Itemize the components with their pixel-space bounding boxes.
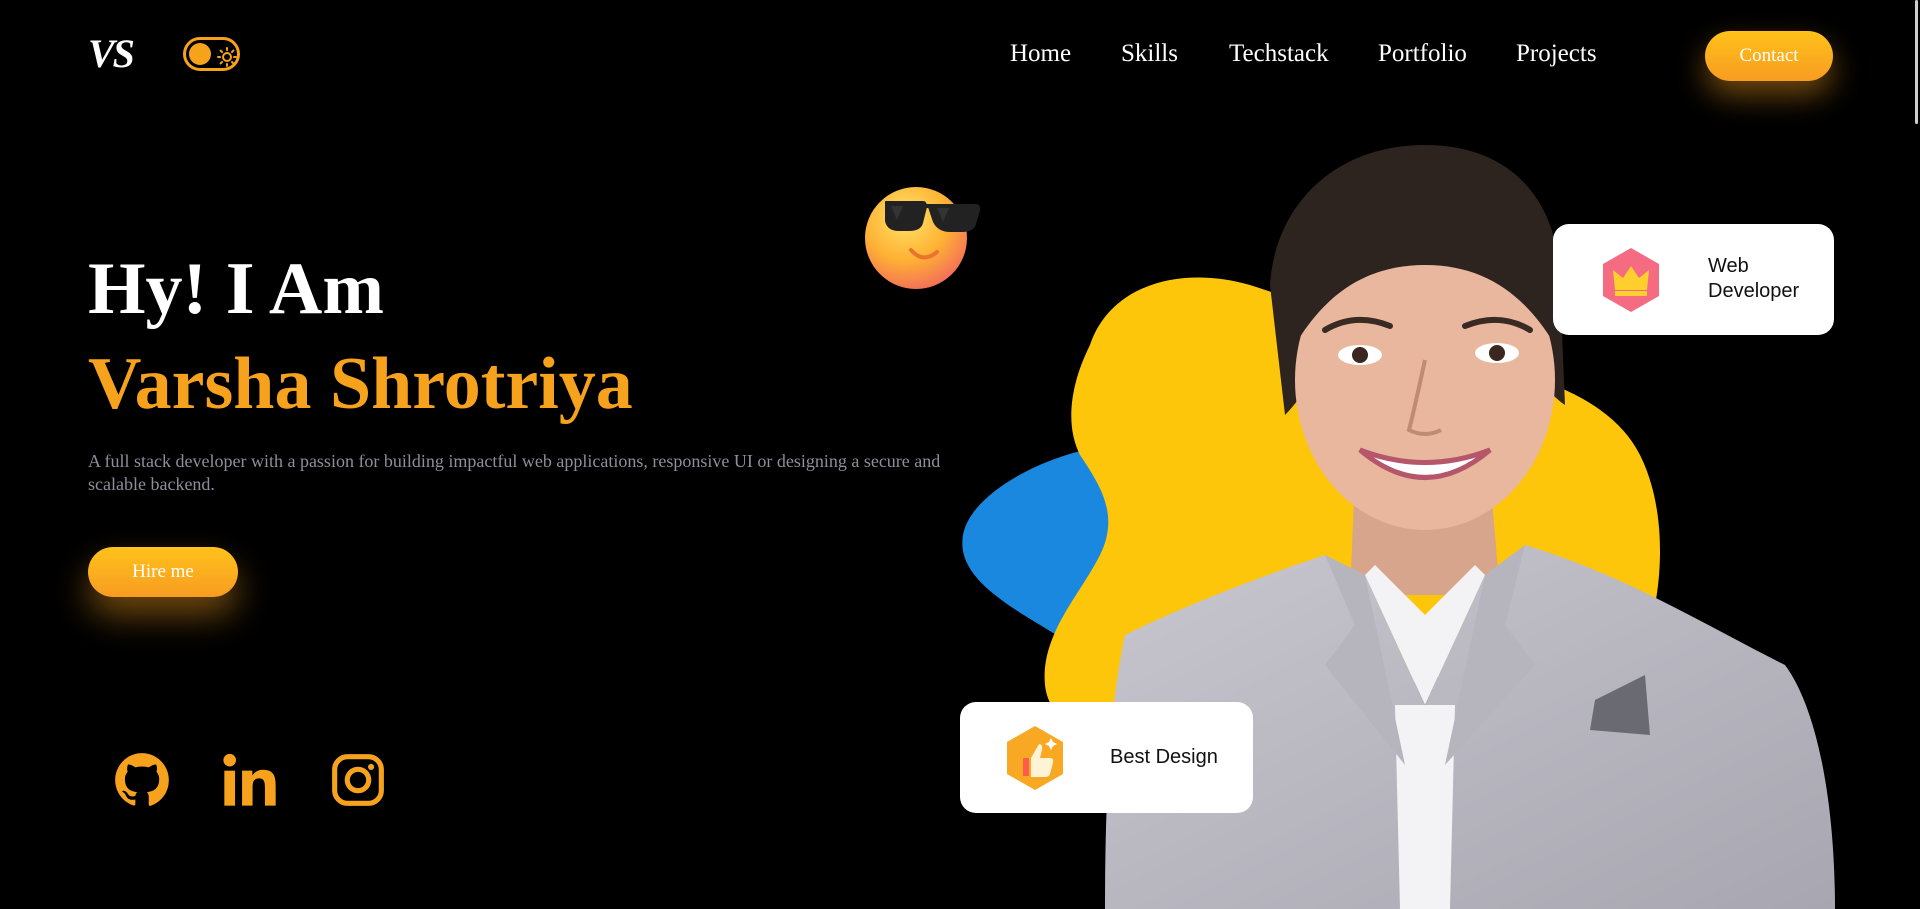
sun-icon (217, 47, 237, 67)
github-icon[interactable] (114, 752, 170, 808)
web-developer-card: Web Developer (1553, 224, 1834, 335)
nav-techstack[interactable]: Techstack (1229, 40, 1329, 68)
best-design-card: Best Design (960, 702, 1253, 813)
thumbs-up-icon (1007, 726, 1063, 790)
nav-skills[interactable]: Skills (1121, 40, 1178, 68)
contact-button[interactable]: Contact (1705, 31, 1833, 81)
scrollbar[interactable] (1915, 0, 1918, 124)
theme-toggle[interactable] (183, 37, 240, 71)
web-developer-label: Web Developer (1708, 255, 1800, 302)
hero-name: Varsha Shrotriya (88, 343, 633, 425)
hire-me-button[interactable]: Hire me (88, 547, 238, 597)
nav-projects[interactable]: Projects (1516, 40, 1597, 68)
nav-portfolio[interactable]: Portfolio (1378, 40, 1467, 68)
crown-icon (1603, 248, 1659, 312)
hero-greeting: Hy! I Am (88, 248, 384, 330)
linkedin-icon[interactable] (222, 752, 278, 808)
nav-home[interactable]: Home (1010, 40, 1071, 68)
hero-description: A full stack developer with a passion fo… (88, 451, 941, 494)
toggle-knob (189, 43, 211, 65)
logo[interactable]: VS (88, 30, 135, 77)
best-design-label: Best Design (1110, 746, 1218, 768)
instagram-icon[interactable] (330, 752, 386, 808)
